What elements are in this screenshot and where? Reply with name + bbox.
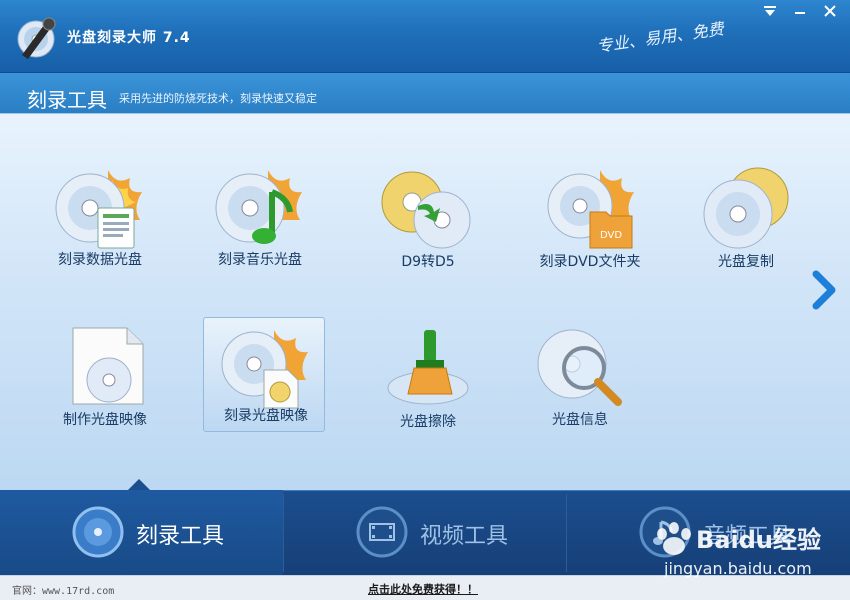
- tool-label: 刻录DVD文件夹: [539, 254, 641, 270]
- disc-copy-icon: [703, 167, 789, 249]
- burn-disc-image-icon: [221, 330, 308, 409]
- tab-label: 音频工具: [703, 524, 792, 549]
- tool-label: 刻录音乐光盘: [218, 252, 302, 268]
- tab-video-tools[interactable]: 视频工具: [284, 490, 567, 575]
- video-tools-icon: [356, 506, 408, 558]
- tab-label: 视频工具: [420, 524, 509, 549]
- data-disc-burn-icon: [55, 170, 142, 249]
- minimize-icon: [795, 12, 805, 14]
- make-disc-image-icon: [72, 327, 144, 405]
- tool-burn-music-disc[interactable]: 刻录音乐光盘: [200, 164, 320, 278]
- tool-disc-info[interactable]: 光盘信息: [520, 324, 640, 438]
- official-site-text: 官网：www.17rd.com: [12, 586, 115, 597]
- music-disc-burn-icon: [215, 170, 302, 244]
- tab-burn-tools[interactable]: 刻录工具: [0, 490, 283, 575]
- menu-button[interactable]: [758, 2, 782, 20]
- svg-text:DVD: DVD: [600, 230, 622, 241]
- tools-panel: 刻录数据光盘 刻录音乐光盘 D9转D5 DVD 刻录DVD文件夹 光盘复制 制作…: [0, 114, 850, 490]
- free-get-link[interactable]: 点击此处免费获得！！: [368, 581, 478, 597]
- tool-burn-dvd-folder[interactable]: DVD 刻录DVD文件夹: [530, 166, 650, 280]
- tool-label: 光盘信息: [552, 412, 608, 428]
- tool-label: 光盘擦除: [400, 414, 456, 430]
- section-header: 刻录工具 采用先进的防烧死技术，刻录快速又稳定: [0, 73, 850, 114]
- tool-label: 刻录数据光盘: [58, 252, 142, 268]
- window-controls: [758, 2, 842, 20]
- section-subtitle: 采用先进的防烧死技术，刻录快速又稳定: [119, 92, 317, 105]
- title-bar[interactable]: 光盘刻录大师 7.4 专业、易用、免费: [0, 0, 850, 73]
- app-window: 光盘刻录大师 7.4 专业、易用、免费 刻录工具 采用先进的防烧死技术，刻录快速…: [0, 0, 850, 600]
- d9-to-d5-icon: [381, 171, 471, 249]
- section-title: 刻录工具: [27, 88, 107, 112]
- tab-audio-tools[interactable]: 音频工具: [567, 490, 850, 575]
- close-icon: [824, 5, 836, 17]
- next-page-arrow-icon[interactable]: [808, 270, 838, 310]
- tool-label: D9转D5: [401, 254, 455, 270]
- tool-disc-copy[interactable]: 光盘复制: [686, 166, 806, 280]
- footer-bar: 官网：www.17rd.com 点击此处免费获得！！: [0, 575, 850, 600]
- active-tab-pointer: [128, 479, 150, 490]
- tool-label: 制作光盘映像: [63, 412, 147, 428]
- tab-label: 刻录工具: [136, 524, 225, 549]
- tool-d9-to-d5[interactable]: D9转D5: [368, 166, 488, 280]
- dvd-folder-burn-icon: DVD: [547, 170, 634, 249]
- app-tagline: 专业、易用、免费: [595, 19, 725, 56]
- app-logo-icon: [17, 17, 56, 59]
- minimize-button[interactable]: [788, 2, 812, 20]
- app-title: 光盘刻录大师 7.4: [67, 30, 191, 46]
- tool-burn-disc-image[interactable]: 刻录光盘映像: [203, 317, 326, 434]
- menu-dropdown-icon: [764, 6, 776, 16]
- burn-tools-icon: [72, 506, 124, 558]
- disc-erase-icon: [387, 330, 469, 405]
- tool-label: 光盘复制: [718, 254, 774, 270]
- disc-info-icon: [537, 329, 622, 406]
- tool-make-disc-image[interactable]: 制作光盘映像: [45, 324, 165, 438]
- tool-label: 刻录光盘映像: [224, 408, 308, 424]
- audio-tools-icon: [639, 506, 691, 558]
- close-button[interactable]: [818, 2, 842, 20]
- tool-disc-erase[interactable]: 光盘擦除: [368, 326, 488, 440]
- tool-burn-data-disc[interactable]: 刻录数据光盘: [40, 164, 160, 278]
